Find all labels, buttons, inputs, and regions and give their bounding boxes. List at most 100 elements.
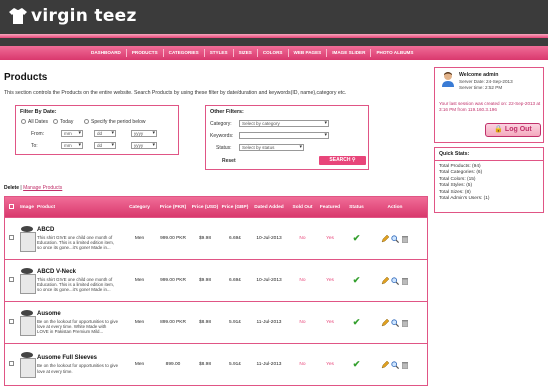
- row-checkbox[interactable]: [8, 277, 14, 282]
- column-header: Featured: [319, 204, 341, 210]
- nav-item[interactable]: WEB PAGES: [289, 49, 328, 57]
- status-active-check-icon[interactable]: ✔: [353, 275, 361, 285]
- product-name[interactable]: ABCD: [37, 227, 119, 233]
- all-dates-radio[interactable]: [21, 119, 26, 125]
- product-name[interactable]: ABCD V-Neck: [37, 269, 119, 275]
- search-button[interactable]: SEARCH ⚲: [319, 156, 366, 165]
- page-description: This section controls the Products on th…: [4, 90, 347, 96]
- row-checkbox[interactable]: [8, 361, 14, 366]
- delete-bin-icon[interactable]: [401, 277, 409, 285]
- other-filters-title: Other Filters:: [210, 109, 244, 115]
- bulk-actions: Delete | Manage Products: [4, 185, 62, 191]
- edit-pencil-icon[interactable]: [381, 318, 389, 327]
- product-thumbnail[interactable]: [18, 265, 36, 296]
- column-header: Price (GBP): [221, 204, 249, 210]
- row-checkbox-cell: [5, 277, 17, 284]
- product-thumbnail[interactable]: [18, 307, 36, 338]
- nav-item[interactable]: COLORS: [258, 49, 289, 57]
- status-active-check-icon[interactable]: ✔: [353, 359, 361, 369]
- delete-bin-icon[interactable]: [401, 235, 409, 243]
- featured-toggle[interactable]: Yes: [316, 236, 344, 241]
- category-cell: Men: [134, 320, 145, 325]
- quick-stats-card: Quick Stats: Total Products: (94) Total C…: [434, 147, 544, 213]
- specify-period-radio[interactable]: [84, 119, 89, 125]
- sold-out-toggle[interactable]: No: [289, 278, 316, 283]
- table-header: Image Product Category Price (PKR) Price (US…: [5, 197, 427, 217]
- nav-item[interactable]: PHOTO ALBUMS: [371, 49, 418, 57]
- nav-item[interactable]: SIZES: [234, 49, 258, 57]
- delete-link[interactable]: Delete: [4, 185, 19, 191]
- table-row: Ausome Be on the lookout for opportunitie…: [5, 301, 427, 343]
- keywords-input[interactable]: [239, 132, 329, 139]
- product-thumbnail[interactable]: [18, 223, 36, 254]
- product-description: This shirt GIVE one child one month of E…: [37, 234, 115, 251]
- nav-item[interactable]: IMAGE SLIDER: [327, 49, 372, 57]
- featured-toggle[interactable]: Yes: [316, 278, 344, 283]
- category-select[interactable]: Select by category: [239, 120, 329, 127]
- row-checkbox[interactable]: [8, 319, 14, 324]
- from-year-select[interactable]: yyyy: [131, 130, 157, 137]
- price-gbp-cell: 6.69£: [228, 236, 241, 241]
- quick-stats-list: Total Products: (94) Total Categories: (6…: [435, 161, 543, 205]
- from-day-select[interactable]: dd: [94, 130, 116, 137]
- to-year-select[interactable]: yyyy: [131, 142, 157, 149]
- nav-item[interactable]: DASHBOARD: [86, 49, 127, 57]
- price-pkr-cell: 899.00 PKR: [160, 320, 186, 325]
- welcome-title: Welcome admin: [459, 72, 499, 78]
- view-magnifier-icon[interactable]: [391, 318, 399, 327]
- date-added-cell: 10-Jul-2013: [256, 278, 282, 283]
- image-cell: [17, 265, 37, 296]
- lock-icon: 🔒: [494, 126, 503, 133]
- product-name[interactable]: Ausome: [37, 311, 119, 317]
- manage-products-link[interactable]: Manage Products: [23, 185, 62, 191]
- table-row: ABCD This shirt GIVE one child one month …: [5, 217, 427, 259]
- quick-stats-title: Quick Stats:: [435, 148, 543, 161]
- status-select[interactable]: Select by status: [239, 144, 304, 151]
- sold-out-toggle[interactable]: No: [289, 236, 316, 241]
- to-label: To:: [31, 143, 38, 149]
- welcome-card: Welcome admin Server Date: 24-Sep-2013 S…: [434, 67, 544, 143]
- featured-toggle[interactable]: Yes: [316, 320, 344, 325]
- row-checkbox[interactable]: [8, 235, 14, 240]
- to-day-select[interactable]: dd: [94, 142, 116, 149]
- stat-line: Total Admin's Users: (1): [439, 196, 490, 202]
- filter-date-title: Filter By Date:: [20, 109, 57, 115]
- logout-label: Log Out: [504, 126, 532, 133]
- all-dates-label: All Dates: [28, 119, 49, 125]
- from-label: From:: [31, 131, 45, 137]
- view-magnifier-icon[interactable]: [391, 276, 399, 285]
- to-month-select[interactable]: mm: [61, 142, 83, 149]
- edit-pencil-icon[interactable]: [381, 234, 389, 243]
- reset-button[interactable]: Reset: [222, 158, 236, 164]
- keywords-label: Keywords:: [210, 133, 234, 139]
- date-added-cell: 10-Jul-2013: [256, 236, 282, 241]
- tshirt-logo-icon: [9, 8, 27, 24]
- server-date: Server Date: 24-Sep-2013: [459, 79, 513, 84]
- sold-out-toggle[interactable]: No: [289, 320, 316, 325]
- delete-bin-icon[interactable]: [401, 319, 409, 327]
- product-description: Be on the lookout for opportunities to g…: [37, 318, 119, 335]
- search-button-label: SEARCH: [329, 157, 351, 163]
- product-cell: Ausome Be on the lookout for opportunitie…: [37, 311, 122, 335]
- status-active-check-icon[interactable]: ✔: [353, 317, 361, 327]
- brand-logo[interactable]: virgin teez: [8, 6, 137, 26]
- today-radio[interactable]: [53, 119, 58, 125]
- view-magnifier-icon[interactable]: [391, 234, 399, 243]
- page-title: Products: [4, 72, 48, 83]
- nav-item[interactable]: STYLES: [205, 49, 234, 57]
- product-name[interactable]: Ausome Full Sleeves: [37, 355, 119, 361]
- status-active-check-icon[interactable]: ✔: [353, 233, 361, 243]
- product-description: This shirt GIVE one child one month of E…: [37, 276, 115, 293]
- main-nav: DASHBOARD PRODUCTS CATEGORIES STYLES SIZES CO…: [0, 46, 548, 60]
- from-month-select[interactable]: mm: [61, 130, 83, 137]
- nav-item[interactable]: PRODUCTS: [127, 49, 164, 57]
- row-checkbox-cell: [5, 235, 17, 242]
- products-table: Image Product Category Price (PKR) Price (US…: [4, 196, 428, 386]
- column-header: Action: [387, 204, 403, 210]
- edit-pencil-icon[interactable]: [381, 276, 389, 285]
- nav-item[interactable]: CATEGORIES: [164, 49, 205, 57]
- table-row: Ausome Full Sleeves Be on the lookout for…: [5, 343, 427, 385]
- select-all-checkbox[interactable]: [8, 203, 14, 209]
- logout-button[interactable]: 🔒 Log Out: [485, 123, 541, 137]
- category-cell: Men: [134, 236, 145, 241]
